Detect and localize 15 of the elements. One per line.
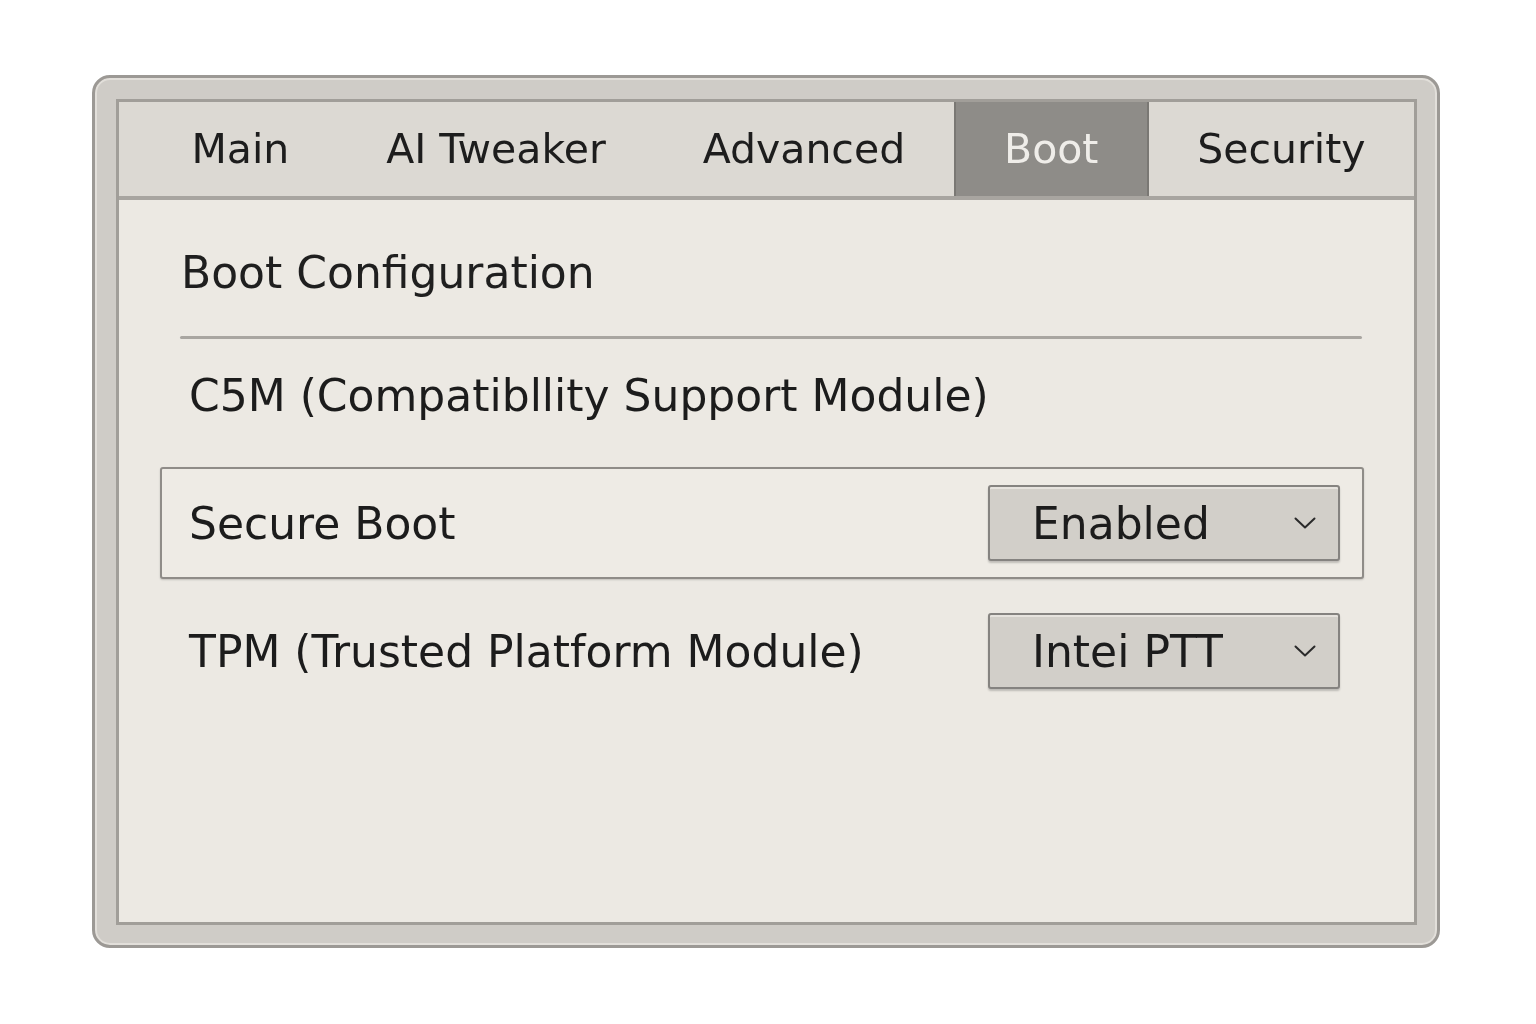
tab[interactable]: Security [1148, 102, 1414, 196]
setting-label: Secure Boot [189, 497, 456, 549]
tab[interactable]: AI Tweaker [337, 102, 655, 196]
setting-label: TPM (Trusted Platform Module) [189, 625, 864, 677]
tab[interactable]: Main [143, 102, 338, 196]
dropdown[interactable]: Intei PTT [988, 613, 1340, 689]
section-title: Boot Configuration [181, 246, 595, 300]
tab[interactable]: Advanced [654, 102, 954, 196]
setting-label: C5M (Compatibllity Support Module) [189, 369, 989, 421]
chevron-down-icon [1294, 645, 1316, 657]
setting-row[interactable]: C5M (Compatibllity Support Module) [160, 339, 1364, 451]
setting-row[interactable]: TPM (Trusted Platform Module) Intei PTT [160, 595, 1364, 707]
dropdown[interactable]: Enabled [988, 485, 1340, 561]
chevron-down-icon [1294, 517, 1316, 529]
setting-row[interactable]: Secure Boot Enabled [160, 467, 1364, 579]
